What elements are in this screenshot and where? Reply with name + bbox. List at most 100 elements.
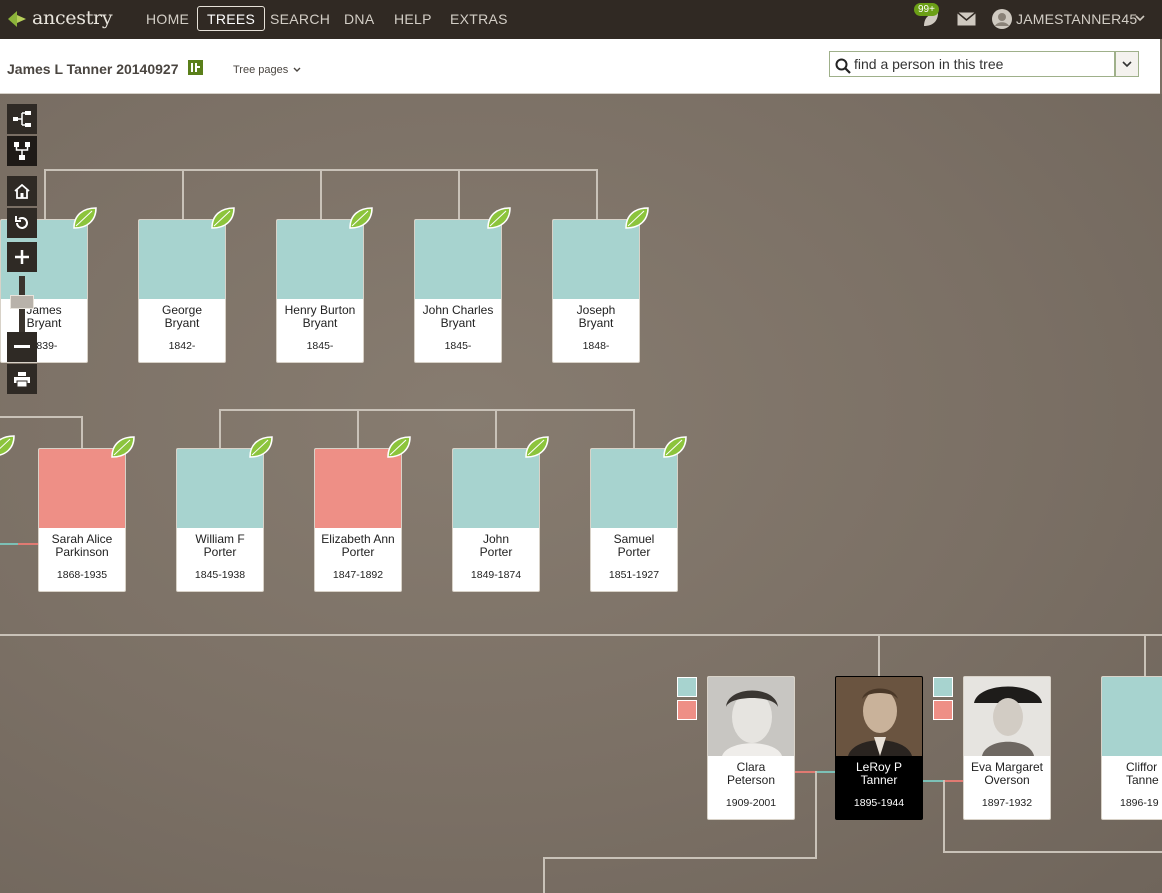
person-card-john-porter[interactable]: John Porter 1849-1874 (452, 448, 540, 592)
person-name: Eva Margaret Overson (970, 760, 1044, 787)
zoom-out-button[interactable] (7, 332, 37, 362)
silhouette-male-icon (1102, 677, 1162, 756)
hint-leaf-icon[interactable] (662, 435, 688, 459)
person-card-henry-burton-bryant[interactable]: Henry Burton Bryant 1845- (276, 219, 364, 363)
tree-settings-icon[interactable] (188, 60, 203, 75)
nav-home[interactable]: HOME (146, 11, 189, 27)
ancestry-logo[interactable]: ancestry (6, 7, 113, 29)
hint-leaf-icon[interactable] (110, 435, 136, 459)
tree-pages-menu[interactable]: Tree pages (233, 64, 288, 76)
nav-search[interactable]: SEARCH (270, 11, 330, 27)
chevron-down-icon (1122, 61, 1132, 68)
person-photo (708, 677, 794, 756)
person-card-leroy-p-tanner[interactable]: LeRoy P Tanner 1895-1944 (835, 676, 923, 820)
person-dates: 1909-2001 (725, 797, 777, 809)
vertical-view-button[interactable] (7, 136, 37, 166)
person-name: John Porter (479, 532, 513, 559)
add-mother-icon[interactable] (677, 700, 697, 720)
nav-trees[interactable]: TREES (197, 6, 266, 31)
connector-line (543, 857, 817, 859)
person-name: Henry Burton Bryant (284, 303, 356, 330)
tree-title[interactable]: James L Tanner 20140927 (7, 61, 179, 77)
connector-line (878, 634, 880, 676)
home-button[interactable] (7, 176, 37, 206)
person-name: Sarah Alice Parkinson (51, 532, 113, 559)
connector-line (0, 416, 82, 418)
person-dates: 1849-1874 (470, 569, 522, 581)
user-avatar-icon[interactable] (992, 9, 1012, 29)
person-photo (964, 677, 1050, 756)
connector-line (596, 169, 598, 219)
person-card-john-charles-bryant[interactable]: John Charles Bryant 1845- (414, 219, 502, 363)
chevron-down-icon[interactable] (1135, 15, 1145, 22)
zoom-in-button[interactable] (7, 242, 37, 272)
hint-leaf-icon[interactable] (348, 206, 374, 230)
silhouette-female-icon (315, 449, 401, 528)
person-card-eva-margaret-overson[interactable]: Eva Margaret Overson 1897-1932 (963, 676, 1051, 820)
silhouette-male-icon (453, 449, 539, 528)
connector-line (943, 780, 945, 852)
person-card-clara-peterson[interactable]: Clara Peterson 1909-2001 (707, 676, 795, 820)
connector-line (182, 169, 184, 219)
hint-leaf-icon[interactable] (486, 206, 512, 230)
person-card-elizabeth-ann-porter[interactable]: Elizabeth Ann Porter 1847-1892 (314, 448, 402, 592)
person-card-sarah-alice-parkinson[interactable]: Sarah Alice Parkinson 1868-1935 (38, 448, 126, 592)
username-menu[interactable]: JAMESTANNER45 (1016, 11, 1137, 27)
hint-leaf-icon[interactable] (0, 434, 16, 458)
hint-leaf-icon[interactable] (248, 435, 274, 459)
reset-view-button[interactable] (7, 208, 37, 238)
person-dates: 1895-1944 (853, 797, 905, 809)
person-name: Joseph Bryant (576, 303, 616, 330)
search-dropdown-button[interactable] (1115, 51, 1139, 77)
person-name: Cliffor Tanne (1126, 760, 1159, 787)
person-name: Clara Peterson (726, 760, 776, 787)
connector-line (0, 634, 1162, 636)
person-card-william-f-porter[interactable]: William F Porter 1845-1938 (176, 448, 264, 592)
connector-line (1144, 634, 1146, 676)
person-card-clifford-tanner[interactable]: Cliffor Tanne 1896-19 (1101, 676, 1162, 820)
silhouette-male-icon (277, 220, 363, 299)
person-card-george-bryant[interactable]: George Bryant 1842- (138, 219, 226, 363)
person-name: George Bryant (161, 303, 203, 330)
zoom-out-icon (14, 345, 30, 348)
zoom-slider-handle[interactable] (10, 295, 34, 309)
horizontal-view-button[interactable] (7, 104, 37, 134)
spouse-line (815, 771, 835, 773)
add-father-icon[interactable] (677, 677, 697, 697)
person-card-joseph-bryant[interactable]: Joseph Bryant 1848- (552, 219, 640, 363)
connector-line (633, 409, 635, 448)
hint-leaf-icon[interactable] (386, 435, 412, 459)
connector-line (815, 771, 817, 858)
person-dates: 1897-1932 (981, 797, 1033, 809)
search-icon (835, 58, 851, 74)
connector-line (81, 416, 83, 448)
mail-icon[interactable] (957, 12, 976, 26)
notification-badge: 99+ (914, 3, 939, 16)
spouse-line (923, 780, 943, 782)
horizontal-tree-icon (13, 111, 31, 127)
family-tree-canvas[interactable]: James Bryant 1839- George Bryant 1842- Hen… (0, 94, 1162, 893)
add-mother-icon[interactable] (933, 700, 953, 720)
find-person-search-input[interactable]: find a person in this tree (829, 51, 1115, 77)
hint-leaf-icon[interactable] (210, 206, 236, 230)
add-father-icon[interactable] (933, 677, 953, 697)
hint-leaf-icon[interactable] (524, 435, 550, 459)
spouse-line (0, 543, 18, 545)
nav-extras[interactable]: EXTRAS (450, 11, 508, 27)
print-button[interactable] (7, 364, 37, 394)
person-dates: 1851-1927 (608, 569, 660, 581)
refresh-icon (15, 216, 28, 229)
logo-text: ancestry (32, 7, 113, 29)
top-navigation-bar: ancestry HOME TREES SEARCH DNA HELP EXTR… (0, 0, 1162, 39)
connector-line (357, 409, 359, 448)
nav-dna[interactable]: DNA (344, 11, 374, 27)
nav-help[interactable]: HELP (394, 11, 432, 27)
chevron-down-icon[interactable] (293, 67, 301, 73)
person-name: William F Porter (195, 532, 245, 559)
person-dates: 1845- (444, 340, 472, 352)
hint-leaf-icon[interactable] (624, 206, 650, 230)
silhouette-male-icon (553, 220, 639, 299)
hint-leaf-icon[interactable] (72, 206, 98, 230)
person-dates: 1847-1892 (332, 569, 384, 581)
person-card-samuel-porter[interactable]: Samuel Porter 1851-1927 (590, 448, 678, 592)
